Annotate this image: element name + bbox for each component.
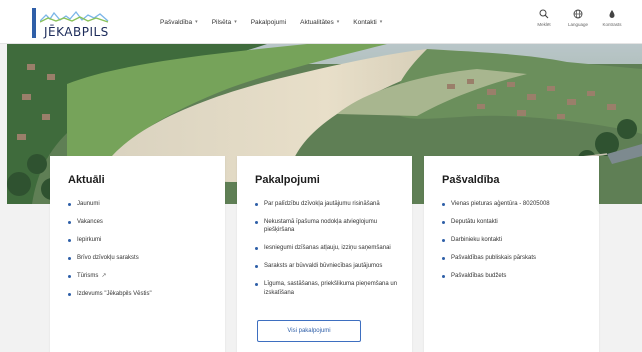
list-item-label: Pašvaldības publiskais pārskats bbox=[451, 255, 537, 262]
bullet-icon bbox=[255, 220, 258, 224]
list-item-label: Tūrisms bbox=[77, 273, 99, 280]
logo-accent-bar bbox=[32, 8, 36, 38]
municipality-link-deputatu-kontakti[interactable]: Deputātu kontakti bbox=[442, 218, 587, 226]
news-link-turisms[interactable]: Tūrisms ↗ bbox=[68, 272, 213, 280]
main-nav: Pašvaldība ▾ Pilsēta ▾ Pakalpojumi Aktuali… bbox=[160, 0, 396, 44]
news-link-brivo-dzivoklu-saraksts[interactable]: Brīvo dzīvokļu saraksts bbox=[68, 254, 213, 262]
nav-item-label: Pilsēta bbox=[211, 18, 232, 26]
chevron-down-icon: ▾ bbox=[195, 19, 198, 25]
municipality-link-publiskais-parskats[interactable]: Pašvaldības publiskais pārskats bbox=[442, 254, 587, 262]
globe-icon bbox=[573, 9, 583, 19]
news-card-title: Aktuāli bbox=[68, 174, 105, 186]
language-label: Language bbox=[567, 22, 589, 27]
services-link-iesniegumi[interactable]: Iesniegumi dzīšanas atļauju, izziņu saņe… bbox=[255, 244, 400, 252]
services-link-nodokla-atvieglojumi[interactable]: Nekustamā īpašuma nodokļa atvieglojumu p… bbox=[255, 218, 400, 234]
list-item-label: Darbinieku kontakti bbox=[451, 237, 503, 244]
list-item-label: Pašvaldības budžets bbox=[451, 273, 507, 280]
bullet-icon bbox=[442, 256, 445, 260]
services-link-liguma-pienemsana[interactable]: Līguma, sastāšanas, priekšlikuma pieņemš… bbox=[255, 280, 400, 296]
municipality-link-vienas-pieturas-agentura[interactable]: Vienas pieturas aģentūra - 80205008 bbox=[442, 200, 587, 208]
bullet-icon bbox=[255, 264, 258, 268]
header-tools: Meklēt Language Kontrasts bbox=[532, 9, 624, 27]
chevron-down-icon: ▾ bbox=[234, 19, 237, 25]
contrast-drop-icon bbox=[609, 10, 615, 18]
municipality-card: Pašvaldība Vienas pieturas aģentūra - 80… bbox=[424, 156, 599, 352]
news-link-izdevums[interactable]: Izdevums "Jēkabpils Vēstis" bbox=[68, 290, 213, 298]
bullet-icon bbox=[442, 220, 445, 224]
nav-item-label: Pakalpojumi bbox=[250, 18, 287, 26]
list-item-label: Iepirkumi bbox=[77, 237, 102, 244]
services-card-title: Pakalpojumi bbox=[255, 174, 320, 186]
bullet-icon bbox=[442, 274, 445, 278]
list-item-label: Par palīdzību dzīvokļa jautājumu risināš… bbox=[264, 201, 380, 207]
nav-item-kontakti[interactable]: Kontakti ▾ bbox=[353, 19, 382, 26]
list-item-label: Jaunumi bbox=[77, 201, 100, 207]
nav-item-pilseta[interactable]: Pilsēta ▾ bbox=[212, 19, 237, 26]
all-services-button[interactable]: Visi pakalpojumi bbox=[257, 320, 361, 342]
external-link-icon: ↗ bbox=[101, 273, 107, 280]
chevron-down-icon: ▾ bbox=[379, 19, 383, 25]
services-link-list: Par palīdzību dzīvokļa jautājumu risināš… bbox=[255, 200, 400, 307]
news-link-list: Jaunumi Vakances Iepirkumi Brīvo dzīvokļ… bbox=[68, 200, 213, 309]
municipality-link-list: Vienas pieturas aģentūra - 80205008 Depu… bbox=[442, 200, 587, 290]
language-button[interactable]: Language bbox=[566, 9, 590, 27]
logo-text: JĒKABPILS bbox=[44, 25, 109, 39]
bullet-icon bbox=[68, 292, 71, 296]
news-card: Aktuāli Jaunumi Vakances Iepirkumi Brīvo… bbox=[50, 156, 225, 352]
nav-item-label: Kontakti bbox=[353, 18, 377, 26]
list-item-label: Vakances bbox=[77, 219, 103, 226]
bullet-icon bbox=[68, 256, 71, 260]
list-item-label: Saraksts ar būvvaldi būvniecības jautāju… bbox=[264, 263, 383, 270]
search-button[interactable]: Meklēt bbox=[532, 9, 556, 27]
nav-item-pakalpojumi[interactable]: Pakalpojumi bbox=[251, 19, 286, 26]
news-link-vakances[interactable]: Vakances bbox=[68, 218, 213, 226]
site-header: JĒKABPILS Pašvaldība ▾ Pilsēta ▾ Pakalpoju… bbox=[0, 0, 642, 44]
municipality-link-darbinieku-kontakti[interactable]: Darbinieku kontakti bbox=[442, 236, 587, 244]
list-item-label: Vienas pieturas aģentūra - 80205008 bbox=[451, 201, 550, 207]
contrast-label: Kontrasts bbox=[602, 22, 622, 27]
bullet-icon bbox=[68, 202, 71, 206]
search-label: Meklēt bbox=[537, 22, 551, 27]
services-link-dzivokla-jautajumi[interactable]: Par palīdzību dzīvokļa jautājumu risināš… bbox=[255, 200, 400, 208]
bullet-icon bbox=[442, 238, 445, 242]
nav-item-pasvaldiba[interactable]: Pašvaldība ▾ bbox=[160, 19, 198, 26]
list-item-label: Brīvo dzīvokļu saraksts bbox=[77, 255, 139, 262]
search-icon bbox=[539, 9, 549, 19]
services-card: Pakalpojumi Par palīdzību dzīvokļa jautā… bbox=[237, 156, 412, 352]
municipality-card-title: Pašvaldība bbox=[442, 174, 500, 186]
nav-item-label: Aktualitātes bbox=[300, 18, 334, 26]
nav-item-label: Pašvaldība bbox=[160, 18, 193, 26]
list-item-label: Iesniegumi dzīšanas atļauju, izziņu saņe… bbox=[264, 245, 391, 252]
logo-skyline-icon bbox=[40, 10, 109, 23]
news-link-jaunumi[interactable]: Jaunumi bbox=[68, 200, 213, 208]
news-link-iepirkumi[interactable]: Iepirkumi bbox=[68, 236, 213, 244]
bullet-icon bbox=[68, 238, 71, 242]
municipality-link-budzets[interactable]: Pašvaldības budžets bbox=[442, 272, 587, 280]
list-item-label: Deputātu kontakti bbox=[451, 219, 498, 226]
services-link-buvvalde[interactable]: Saraksts ar būvvaldi būvniecības jautāju… bbox=[255, 262, 400, 270]
list-item-label: Līguma, sastāšanas, priekšlikuma pieņemš… bbox=[264, 281, 398, 296]
list-item-label: Nekustamā īpašuma nodokļa atvieglojumu p… bbox=[264, 219, 378, 234]
bullet-icon bbox=[255, 246, 258, 250]
bullet-icon bbox=[68, 274, 71, 278]
bullet-icon bbox=[68, 220, 71, 224]
chevron-down-icon: ▾ bbox=[336, 19, 340, 25]
bullet-icon bbox=[255, 282, 258, 286]
bullet-icon bbox=[442, 202, 445, 206]
site-logo[interactable]: JĒKABPILS bbox=[32, 8, 117, 39]
nav-item-aktualitates[interactable]: Aktualitātes ▾ bbox=[300, 19, 339, 26]
bullet-icon bbox=[255, 202, 258, 206]
contrast-button[interactable]: Kontrasts bbox=[600, 9, 624, 27]
list-item-label: Izdevums "Jēkabpils Vēstis" bbox=[77, 291, 152, 298]
